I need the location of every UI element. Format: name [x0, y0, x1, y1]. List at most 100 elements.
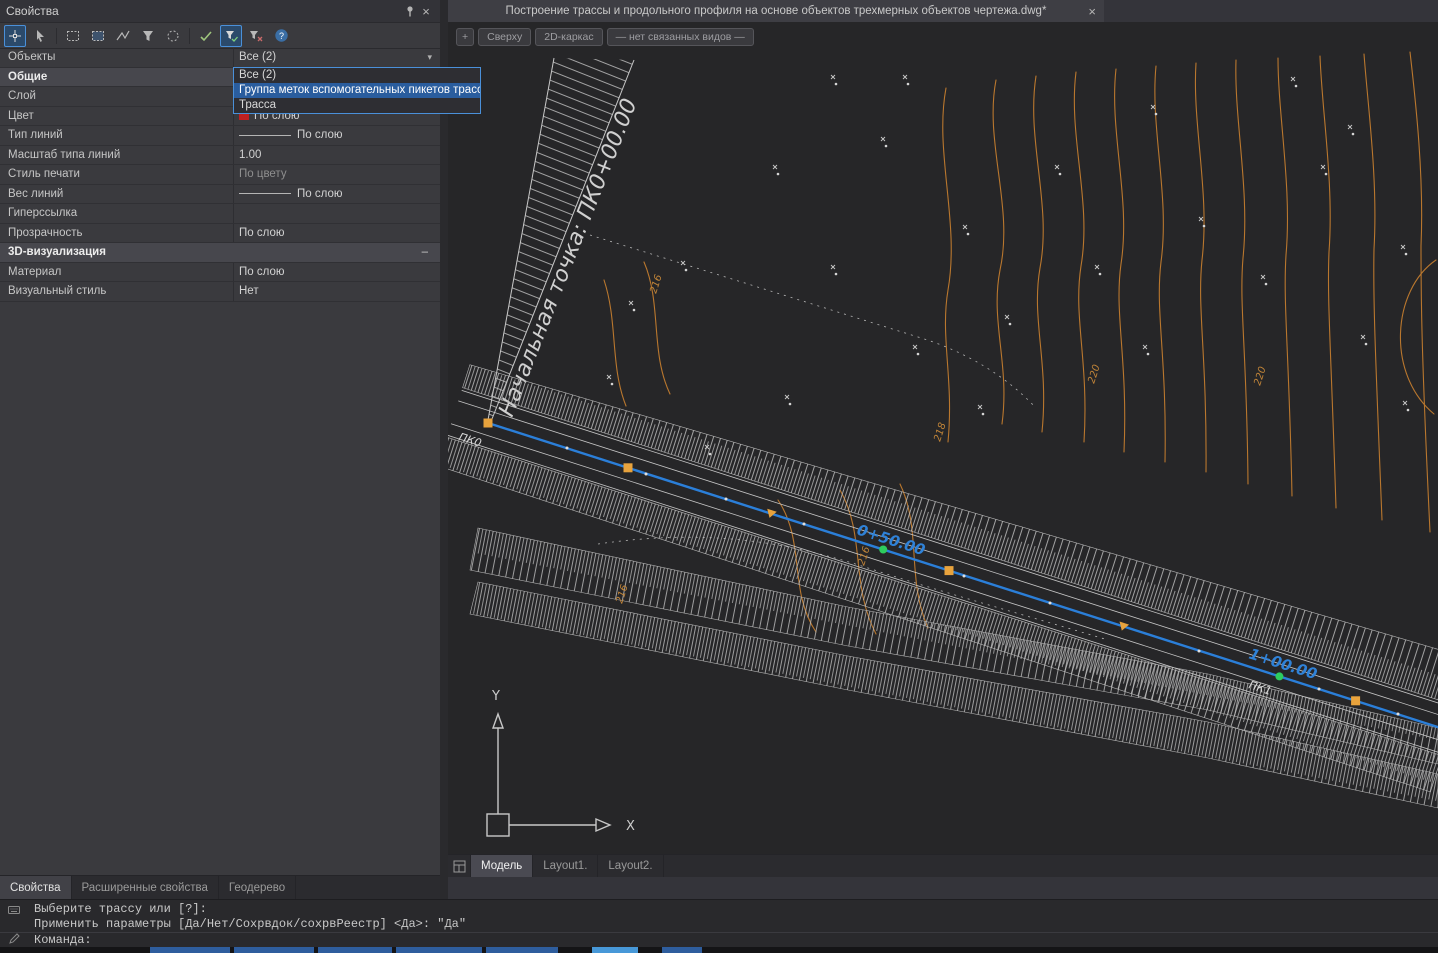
ucs-icon[interactable]: [487, 714, 610, 836]
close-panel-icon[interactable]: ×: [418, 3, 434, 19]
properties-panel: Свойства ×: [0, 0, 440, 899]
window-select-icon[interactable]: [62, 25, 84, 47]
keyboard-icon[interactable]: [8, 904, 20, 920]
linetype-sample: [239, 135, 291, 136]
fence-select-icon[interactable]: [112, 25, 134, 47]
property-label: Визуальный стиль: [0, 282, 233, 301]
grip-start[interactable]: [484, 419, 493, 428]
ucs-y-label: Y: [491, 689, 500, 704]
tab-geotree[interactable]: Геодерево: [219, 876, 296, 899]
document-titlebar: Построение трассы и продольного профиля …: [448, 0, 1438, 22]
command-history-line: Выберите трассу или [?]:: [0, 902, 1438, 917]
viewport-plus-button[interactable]: +: [456, 28, 474, 46]
close-document-icon[interactable]: ×: [1088, 4, 1096, 19]
tab-model[interactable]: Модель: [471, 855, 533, 877]
dropdown-item-alignment[interactable]: Трасса: [234, 98, 480, 113]
property-value[interactable]: По слою: [233, 126, 440, 145]
property-value[interactable]: 1.00: [233, 146, 440, 165]
tab-layout2[interactable]: Layout2.: [598, 855, 663, 877]
property-value[interactable]: По слою: [233, 185, 440, 204]
taskbar-app-segment[interactable]: [662, 947, 702, 953]
property-label: Гиперссылка: [0, 204, 233, 223]
model-space[interactable]: Начальная точка: ПК0+00.00: [448, 22, 1438, 877]
lineweight-sample: [239, 193, 291, 194]
quick-select-icon[interactable]: [220, 25, 242, 47]
property-value[interactable]: По слою: [233, 224, 440, 243]
objects-dropdown-list: Все (2) Группа меток вспомогательных пик…: [233, 67, 481, 114]
svg-text:?: ?: [278, 31, 283, 41]
select-add-icon[interactable]: [4, 25, 26, 47]
taskbar-app-segment[interactable]: [318, 947, 392, 953]
dropdown-item-all[interactable]: Все (2): [234, 68, 480, 83]
drawing-canvas[interactable]: + Сверху 2D-каркас — нет связанных видов…: [448, 22, 1438, 877]
panel-splitter[interactable]: [440, 0, 448, 899]
property-label: Цвет: [0, 107, 233, 126]
toolbar-separator: [56, 28, 57, 44]
taskbar-app-segment[interactable]: [592, 947, 638, 953]
contour-label[interactable]: 216: [648, 273, 664, 295]
contour-label[interactable]: 220: [1086, 363, 1102, 385]
contour-label[interactable]: 216: [856, 545, 872, 567]
cursor-icon[interactable]: [29, 25, 51, 47]
property-value[interactable]: По слою: [233, 263, 440, 282]
tab-extended-properties[interactable]: Расширенные свойства: [72, 876, 219, 899]
layout-icon[interactable]: [448, 855, 471, 877]
property-label: Тип линий: [0, 126, 233, 145]
tab-layout1[interactable]: Layout1.: [533, 855, 598, 877]
property-row-visualstyle[interactable]: Визуальный стиль Нет: [0, 282, 440, 302]
property-value[interactable]: Нет: [233, 282, 440, 301]
check-icon[interactable]: [195, 25, 217, 47]
view-direction-button[interactable]: Сверху: [478, 28, 531, 46]
property-row-lineweight[interactable]: Вес линий По слою: [0, 185, 440, 205]
property-row-linetype[interactable]: Тип линий По слою: [0, 126, 440, 146]
filter-clear-icon[interactable]: [245, 25, 267, 47]
combo-value: Все (2): [239, 51, 276, 63]
contour-label[interactable]: 218: [932, 421, 948, 443]
linetype-value: По слою: [297, 129, 342, 141]
taskbar-app-segment[interactable]: [234, 947, 314, 953]
grip[interactable]: [624, 463, 633, 472]
document-tab[interactable]: Построение трассы и продольного профиля …: [448, 0, 1104, 23]
station-point-100[interactable]: [1275, 672, 1283, 680]
command-prompt[interactable]: Команда:: [0, 932, 1438, 948]
property-value: По цвету: [233, 165, 440, 184]
crossing-select-icon[interactable]: [87, 25, 109, 47]
properties-titlebar[interactable]: Свойства ×: [0, 0, 440, 23]
property-row-objects[interactable]: Объекты Все (2) ▾: [0, 48, 440, 68]
property-label: Материал: [0, 263, 233, 282]
objects-combo[interactable]: Все (2) ▾: [233, 48, 440, 67]
contour-label[interactable]: 220: [1252, 365, 1268, 387]
command-line-panel[interactable]: Выберите трассу или [?]: Применить парам…: [0, 899, 1438, 947]
property-row-plotstyle[interactable]: Стиль печати По цвету: [0, 165, 440, 185]
property-row-ltscale[interactable]: Масштаб типа линий 1.00: [0, 146, 440, 166]
property-label: Прозрачность: [0, 224, 233, 243]
ucs-x-label: X: [626, 819, 635, 834]
lasso-select-icon[interactable]: [162, 25, 184, 47]
property-value[interactable]: [233, 204, 440, 223]
help-icon[interactable]: ?: [270, 25, 292, 47]
property-label: Стиль печати: [0, 165, 233, 184]
property-label: Масштаб типа линий: [0, 146, 233, 165]
property-row-transparency[interactable]: Прозрачность По слою: [0, 224, 440, 244]
pin-icon[interactable]: [402, 3, 418, 19]
dropdown-item-label-group[interactable]: Группа меток вспомогательных пикетов тра…: [234, 83, 480, 98]
filter-icon[interactable]: [137, 25, 159, 47]
lineweight-value: По слою: [297, 188, 342, 200]
grip[interactable]: [945, 566, 954, 575]
collapse-icon[interactable]: –: [422, 243, 440, 262]
section-row-3d[interactable]: 3D-визуализация –: [0, 243, 440, 263]
taskbar-app-segment[interactable]: [486, 947, 558, 953]
taskbar-app-segment[interactable]: [150, 947, 230, 953]
taskbar-app-segment[interactable]: [396, 947, 482, 953]
chevron-down-icon[interactable]: ▾: [427, 52, 432, 63]
grip-end[interactable]: [1351, 696, 1360, 705]
visual-style-button[interactable]: 2D-каркас: [535, 28, 602, 46]
properties-title: Свойства: [6, 4, 59, 18]
command-history-line: Применить параметры [Да/Нет/Сохрвдок/сох…: [0, 917, 1438, 932]
linked-views-button[interactable]: — нет связанных видов —: [607, 28, 754, 46]
tab-properties[interactable]: Свойства: [0, 876, 72, 899]
drawing-window: Построение трассы и продольного профиля …: [448, 0, 1438, 899]
property-label: Вес линий: [0, 185, 233, 204]
property-row-material[interactable]: Материал По слою: [0, 263, 440, 283]
property-row-hyperlink[interactable]: Гиперссылка: [0, 204, 440, 224]
